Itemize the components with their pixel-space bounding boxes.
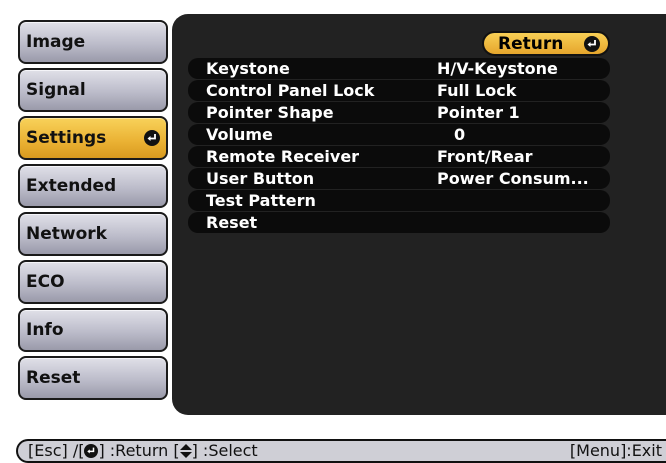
menu-item-label: Settings	[26, 128, 107, 148]
setting-row-reset[interactable]: Reset	[188, 212, 610, 233]
return-label: Return	[498, 33, 564, 54]
setting-row-pointer-shape[interactable]: Pointer Shape Pointer 1	[188, 102, 610, 123]
setting-label: Volume	[206, 125, 273, 144]
menu-item-reset[interactable]: Reset	[18, 356, 168, 400]
enter-icon	[144, 130, 160, 146]
menu-item-label: Info	[26, 320, 64, 340]
setting-row-test-pattern[interactable]: Test Pattern	[188, 190, 610, 211]
setting-row-control-panel-lock[interactable]: Control Panel Lock Full Lock	[188, 80, 610, 101]
menu-item-label: Image	[26, 32, 86, 52]
menu-item-label: Network	[26, 224, 107, 244]
select-hint: ] :Select	[191, 441, 258, 460]
setting-row-keystone[interactable]: Keystone H/V-Keystone	[188, 58, 610, 79]
settings-panel: Return Keystone H/V-Keystone Control Pan…	[172, 14, 666, 415]
setting-value: Full Lock	[437, 81, 517, 100]
menu-item-settings[interactable]: Settings	[18, 116, 168, 160]
setting-label: Control Panel Lock	[206, 81, 375, 100]
enter-icon	[84, 444, 99, 458]
setting-value: Power Consum...	[437, 169, 589, 188]
return-button[interactable]: Return	[482, 31, 610, 56]
setting-row-volume[interactable]: Volume 0	[188, 124, 610, 145]
menu-item-info[interactable]: Info	[18, 308, 168, 352]
menu-item-image[interactable]: Image	[18, 20, 168, 64]
enter-icon	[584, 35, 600, 52]
menu-item-label: Extended	[26, 176, 117, 196]
up-down-arrow-icon	[179, 444, 192, 458]
help-hints: [Esc] /[ ] :Return [ ] :Select	[28, 441, 258, 461]
esc-hint: [Esc] /[	[28, 441, 85, 460]
menu-item-label: ECO	[26, 272, 65, 292]
menu-item-extended[interactable]: Extended	[18, 164, 168, 208]
menu-item-eco[interactable]: ECO	[18, 260, 168, 304]
setting-value: 0	[454, 125, 466, 144]
menu-item-label: Signal	[26, 80, 86, 100]
setting-label: Remote Receiver	[206, 147, 360, 166]
menu-item-network[interactable]: Network	[18, 212, 168, 256]
setting-value: Front/Rear	[437, 147, 533, 166]
help-bar: [Esc] /[ ] :Return [ ] :Select [Menu]:Exit	[16, 439, 666, 463]
setting-label: Keystone	[206, 59, 290, 78]
setting-label: Reset	[206, 213, 258, 232]
setting-label: User Button	[206, 169, 315, 188]
return-hint: ] :Return [	[98, 441, 180, 460]
main-menu-sidebar: Image Signal Settings Extended Network E…	[0, 0, 172, 420]
setting-row-remote-receiver[interactable]: Remote Receiver Front/Rear	[188, 146, 610, 167]
setting-value: H/V-Keystone	[437, 59, 558, 78]
setting-value: Pointer 1	[437, 103, 520, 122]
setting-label: Test Pattern	[206, 191, 316, 210]
menu-item-signal[interactable]: Signal	[18, 68, 168, 112]
menu-item-label: Reset	[26, 368, 81, 388]
setting-label: Pointer Shape	[206, 103, 334, 122]
setting-row-user-button[interactable]: User Button Power Consum...	[188, 168, 610, 189]
menu-exit-hint: [Menu]:Exit	[569, 441, 662, 460]
